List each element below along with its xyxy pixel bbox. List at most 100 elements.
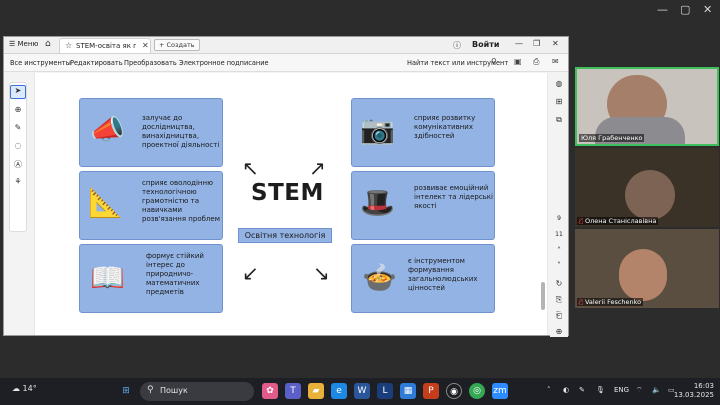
edit-button[interactable]: Редактировать xyxy=(70,59,123,67)
main-toolbar: Все инструменты Редактировать Преобразов… xyxy=(4,54,568,72)
tray-app-icon[interactable]: ✎ xyxy=(579,386,585,394)
teams-icon[interactable]: T xyxy=(285,383,301,399)
home-icon[interactable]: ⌂ xyxy=(45,39,51,49)
search-box[interactable]: ⚲ Пошук xyxy=(140,382,254,401)
search-icon: ⚲ xyxy=(147,385,154,395)
arrow-up-right-icon: ↗ xyxy=(309,156,326,180)
volume-icon[interactable]: 🔈 xyxy=(652,386,661,394)
arrow-down-right-icon: ↘ xyxy=(313,261,330,285)
page-count: 11 xyxy=(555,231,563,238)
participant-name: Valerii Feschenko xyxy=(584,298,642,306)
clock[interactable]: 16:03 13.03.2025 xyxy=(674,382,714,400)
participant-name-tag: 🎙̸ Valerii Feschenko xyxy=(577,298,644,306)
close-icon[interactable]: ✕ xyxy=(703,4,712,16)
person-megaphone-icon: 📣 xyxy=(90,113,125,146)
chrome-icon[interactable]: ◉ xyxy=(446,383,462,399)
feature-card: 📣 залучає до дослідництва, винахідництва… xyxy=(79,98,223,167)
app-l-icon[interactable]: L xyxy=(377,383,393,399)
word-icon[interactable]: W xyxy=(354,383,370,399)
minimize-icon[interactable]: — xyxy=(657,4,668,16)
search-icon[interactable]: ⚲ xyxy=(491,57,497,66)
all-tools-button[interactable]: Все инструменты xyxy=(10,59,71,67)
person-reading-icon: 📖 xyxy=(90,261,125,294)
maximize-icon[interactable]: ▢ xyxy=(680,4,690,16)
stamp-tool-icon[interactable]: ⚘ xyxy=(10,177,26,191)
wifi-icon[interactable]: ⌔ xyxy=(636,386,643,395)
pages-icon[interactable]: ⧉ xyxy=(552,115,566,125)
window-restore-icon[interactable]: ❐ xyxy=(533,39,540,48)
pen-tool-icon[interactable]: ✎ xyxy=(10,123,26,137)
tab-bar: ☰ Меню ⌂ ☆ STEM-освіта як пла... ✕ + Соз… xyxy=(4,37,568,54)
star-icon[interactable]: ☆ xyxy=(65,41,72,50)
page-up-icon[interactable]: ˄ xyxy=(552,246,566,255)
meeting-top-bar: — ▢ ✕ xyxy=(0,0,720,22)
card-text: розвиває емоційний інтелект та лідерські… xyxy=(414,184,493,210)
comment-icon[interactable]: ◍ xyxy=(552,79,566,88)
menu-button[interactable]: ☰ Меню xyxy=(9,40,38,48)
window-close-icon[interactable]: ✕ xyxy=(552,39,559,48)
feature-card: 📷 сприяє розвитку комунікативних здібнос… xyxy=(351,98,495,167)
create-button[interactable]: + Создать xyxy=(154,39,200,51)
mail-icon[interactable]: ✉ xyxy=(552,57,559,66)
zoom-tool-icon[interactable]: ⊕ xyxy=(10,105,26,119)
infographic-title: STEM xyxy=(251,180,324,206)
participant-video[interactable]: 🎙̸ Valerii Feschenko xyxy=(575,229,719,308)
split-icon[interactable]: ⎗ xyxy=(552,311,566,321)
browser-icon[interactable]: ◎ xyxy=(469,383,485,399)
zoom-app-icon[interactable]: zm xyxy=(492,383,508,399)
screen: — ▢ ✕ ☰ Меню ⌂ ☆ STEM-освіта як пла... ✕… xyxy=(0,0,720,405)
create-label: Создать xyxy=(166,41,195,49)
close-tab-icon[interactable]: ✕ xyxy=(142,41,149,50)
page-down-icon[interactable]: ˅ xyxy=(552,261,566,270)
vertical-scrollbar[interactable] xyxy=(540,77,546,327)
scrollbar-thumb[interactable] xyxy=(541,282,545,310)
card-text: є інструментом формування загальнолюдськ… xyxy=(408,257,478,292)
document-tab[interactable]: ☆ STEM-освіта як пла... ✕ xyxy=(59,38,151,53)
menu-label: Меню xyxy=(17,40,39,48)
text-tool-icon[interactable]: Ⓐ xyxy=(10,159,26,173)
convert-button[interactable]: Преобразовать xyxy=(124,59,177,67)
taskbar: ☁ 14° ⊞ ⚲ Пошук ✿ T ▰ e W L ▦ P ◉ ◎ zm ˄… xyxy=(0,378,720,405)
card-text: формує стійкий інтерес до природничо-мат… xyxy=(146,252,204,296)
participant-video[interactable]: 🎙̸ Олена Станіславівна xyxy=(575,148,719,227)
file-explorer-icon[interactable]: ▰ xyxy=(308,383,324,399)
participant-video-active[interactable]: Юля Грабенченко xyxy=(575,67,719,146)
rotate-icon[interactable]: ↻ xyxy=(552,279,566,288)
search-placeholder: Пошук xyxy=(160,386,188,395)
powerpoint-icon[interactable]: P xyxy=(423,383,439,399)
print-icon[interactable]: ⎙ xyxy=(533,57,539,67)
save-icon[interactable]: ▣ xyxy=(514,57,522,66)
person-cooking-icon: 🍲 xyxy=(362,261,397,294)
tray-mic-icon[interactable]: 🎙 xyxy=(596,386,605,394)
weather-widget[interactable]: ☁ 14° xyxy=(12,384,37,393)
infographic-subtitle: Освітня технологія xyxy=(238,228,332,243)
tray-chevron-icon[interactable]: ˄ xyxy=(547,386,551,394)
clock-time: 16:03 xyxy=(693,382,714,390)
document-tab-title: STEM-освіта як пла... xyxy=(76,42,136,50)
zoom-in-icon[interactable]: ⊕ xyxy=(552,327,566,336)
participant-name: Юля Грабенченко xyxy=(579,134,645,142)
app-icon[interactable]: ✿ xyxy=(262,383,278,399)
feature-card: 📖 формує стійкий інтерес до природничо-м… xyxy=(79,244,223,313)
esign-button[interactable]: Электронное подписание xyxy=(179,59,269,67)
store-icon[interactable]: ▦ xyxy=(400,383,416,399)
card-text: сприяє оволодінню технологічною грамотні… xyxy=(142,179,220,223)
arrow-up-left-icon: ↖ xyxy=(242,156,259,180)
edge-icon[interactable]: e xyxy=(331,383,347,399)
person-drawing-icon: 📐 xyxy=(88,186,123,219)
windows-start-icon[interactable]: ⊞ xyxy=(118,383,134,399)
help-icon[interactable]: ⓘ xyxy=(453,40,461,51)
select-tool-icon[interactable]: ➤ xyxy=(10,85,26,99)
language-indicator[interactable]: ENG xyxy=(614,386,629,394)
extract-icon[interactable]: ⎘ xyxy=(552,295,566,305)
lasso-tool-icon[interactable]: ◌ xyxy=(10,141,26,155)
bookmark-icon[interactable]: ⊞ xyxy=(552,97,566,106)
feature-card: 🍲 є інструментом формування загальнолюдс… xyxy=(351,244,495,313)
participant-name-tag: 🎙̸ Олена Станіславівна xyxy=(577,217,659,225)
window-minimize-icon[interactable]: — xyxy=(515,39,523,48)
arrow-down-left-icon: ↙ xyxy=(242,261,259,285)
tray-app-icon[interactable]: ◐ xyxy=(563,386,569,394)
login-button[interactable]: Войти xyxy=(472,40,499,49)
participant-face xyxy=(625,170,675,220)
left-tool-palette: ➤ ⊕ ✎ ◌ Ⓐ ⚘ xyxy=(9,82,27,232)
